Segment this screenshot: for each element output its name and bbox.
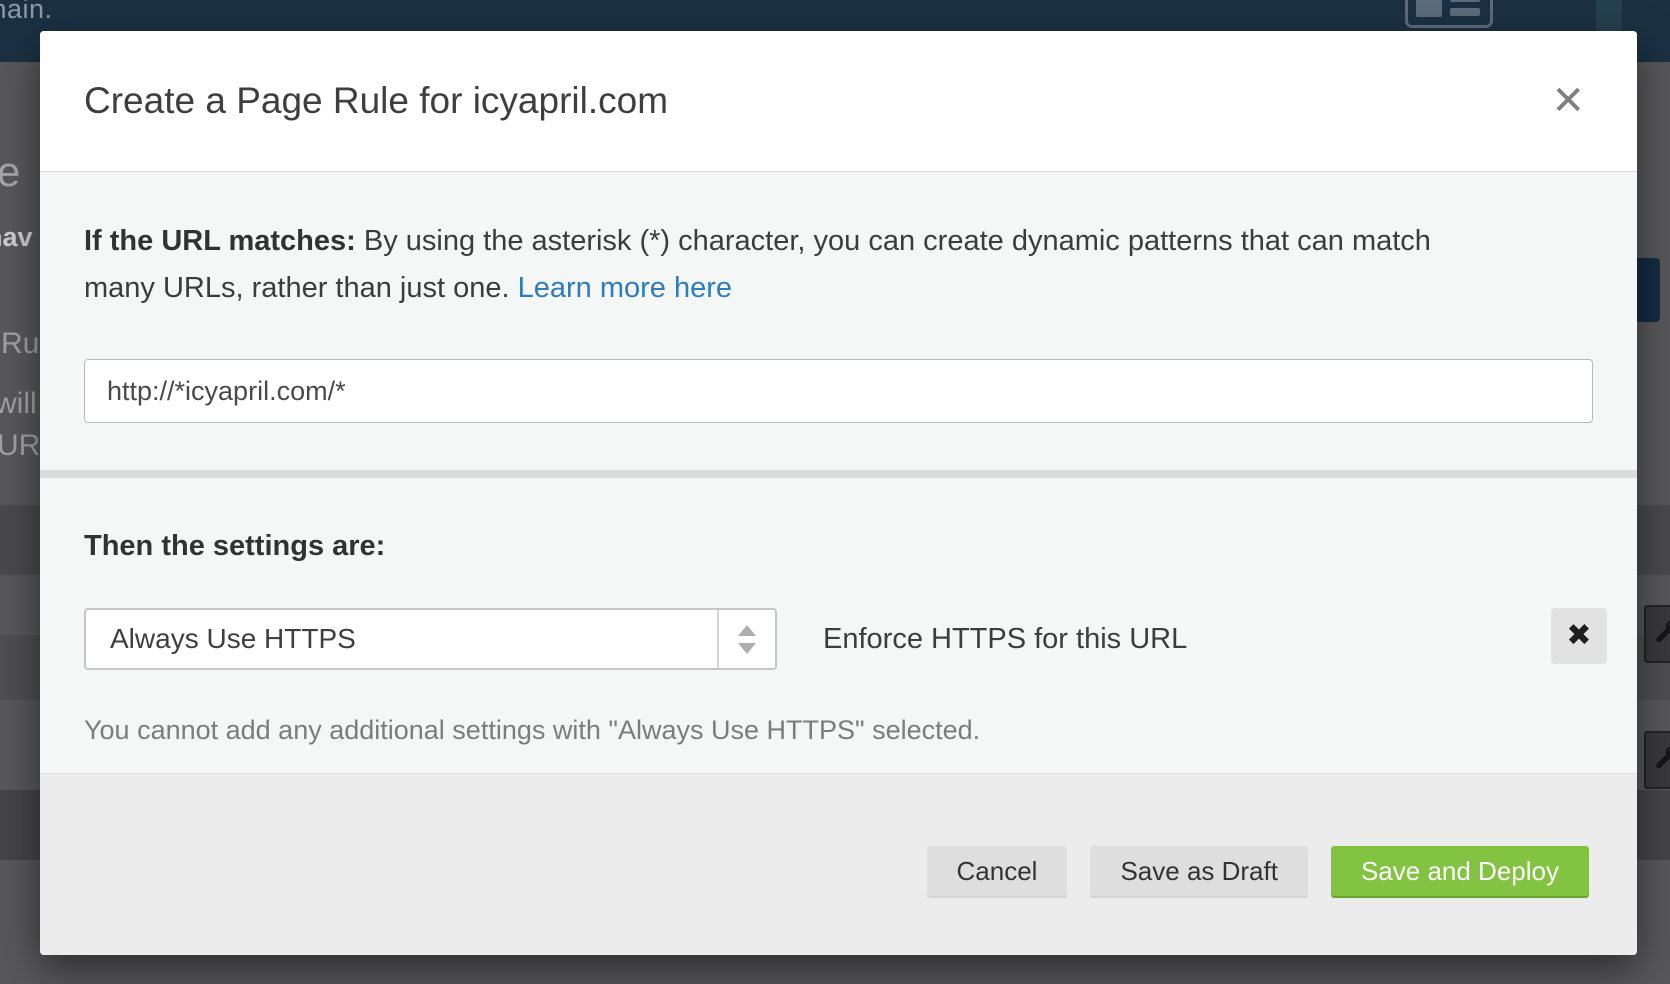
modal-title: Create a Page Rule for icyapril.com xyxy=(84,80,668,122)
paragraph-fragment: UR xyxy=(0,429,40,463)
create-page-rule-modal: Create a Page Rule for icyapril.com ✕ If… xyxy=(40,31,1637,955)
url-pattern-input[interactable] xyxy=(84,359,1593,423)
background-wrench-button xyxy=(1644,605,1670,663)
header-pill-icon xyxy=(1596,0,1622,32)
url-match-section: If the URL matches: By using the asteris… xyxy=(40,172,1637,470)
settings-heading: Then the settings are: xyxy=(84,530,1593,563)
page-heading-fragment: e xyxy=(0,148,20,196)
header-text-fragment: main. xyxy=(0,0,53,25)
close-icon[interactable]: ✕ xyxy=(1543,77,1593,125)
modal-body: If the URL matches: By using the asteris… xyxy=(40,172,1637,773)
settings-note: You cannot add any additional settings w… xyxy=(84,715,1593,746)
chevron-up-icon xyxy=(738,625,756,636)
background-blue-button-fragment xyxy=(1634,258,1660,322)
setting-select-value: Always Use HTTPS xyxy=(86,623,717,655)
cancel-button[interactable]: Cancel xyxy=(927,846,1068,896)
url-match-label: If the URL matches: xyxy=(84,225,356,257)
save-as-draft-button[interactable]: Save as Draft xyxy=(1090,846,1308,896)
settings-section: Then the settings are: Always Use HTTPS … xyxy=(40,478,1637,765)
remove-setting-icon[interactable]: ✖ xyxy=(1551,608,1607,664)
setting-select[interactable]: Always Use HTTPS xyxy=(84,608,777,670)
setting-description: Enforce HTTPS for this URL xyxy=(823,623,1187,656)
chevron-down-icon xyxy=(738,643,756,654)
save-and-deploy-button[interactable]: Save and Deploy xyxy=(1331,846,1589,896)
wrench-icon xyxy=(1651,745,1670,775)
modal-header: Create a Page Rule for icyapril.com ✕ xyxy=(40,31,1637,172)
bold-text-fragment: nav xyxy=(0,222,33,253)
grid-list-icon xyxy=(1405,0,1493,28)
learn-more-link[interactable]: Learn more here xyxy=(518,272,732,304)
paragraph-fragment: will xyxy=(0,387,37,421)
select-stepper[interactable] xyxy=(717,610,775,668)
url-match-help-text: If the URL matches: By using the asteris… xyxy=(84,218,1504,312)
paragraph-fragment: Ru xyxy=(1,327,39,361)
section-divider xyxy=(40,470,1637,478)
modal-footer: Cancel Save as Draft Save and Deploy xyxy=(40,773,1637,955)
background-wrench-button xyxy=(1644,731,1670,789)
setting-row: Always Use HTTPS Enforce HTTPS for this … xyxy=(84,608,1593,670)
wrench-icon xyxy=(1651,619,1670,649)
